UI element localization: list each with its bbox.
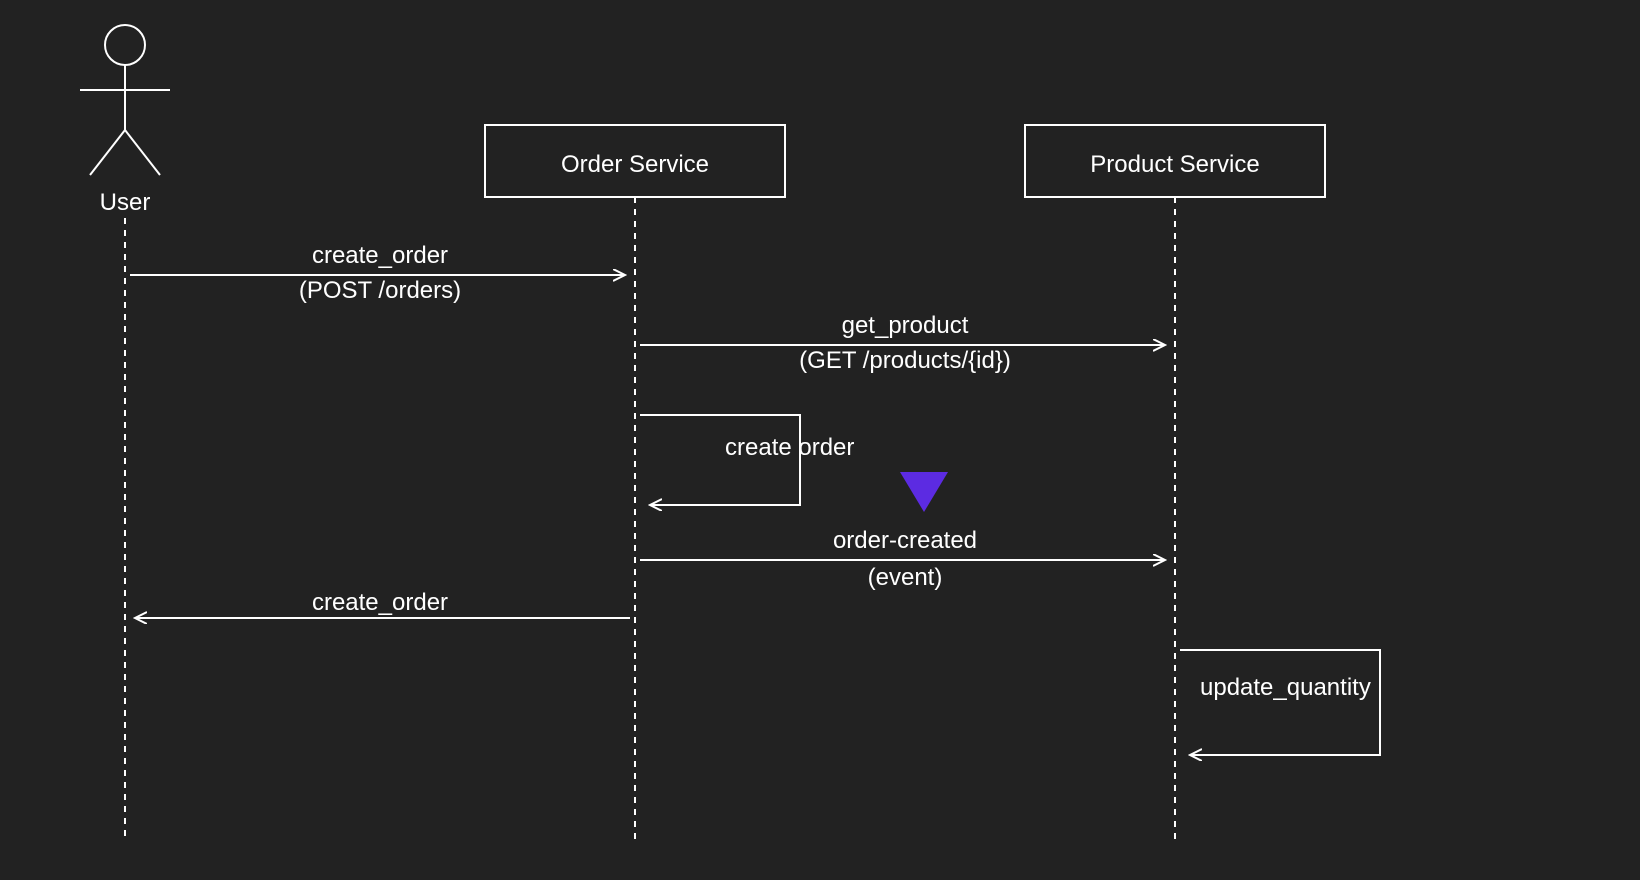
event-marker-icon <box>900 472 948 512</box>
product-service-label: Product Service <box>1090 151 1259 178</box>
message-order-created-line2: (event) <box>868 564 943 591</box>
message-order-created-line1: order-created <box>833 527 977 554</box>
participant-order-service: Order Service <box>485 125 785 197</box>
actor-user: User <box>80 25 170 216</box>
message-get-product-line2: (GET /products/{id}) <box>799 347 1011 374</box>
message-create-order-self: create order <box>640 415 854 505</box>
order-service-label: Order Service <box>561 151 709 178</box>
participant-product-service: Product Service <box>1025 125 1325 197</box>
message-create-order-request: create_order (POST /orders) <box>130 242 625 304</box>
message-update-quantity-self: update_quantity <box>1180 650 1380 755</box>
actor-user-label: User <box>100 189 151 216</box>
message-get-product-line1: get_product <box>842 312 969 339</box>
message-create-order-line1: create_order <box>312 242 448 269</box>
message-get-product: get_product (GET /products/{id}) <box>640 312 1165 374</box>
message-create-order-line2: (POST /orders) <box>299 277 461 304</box>
message-order-created-event: order-created (event) <box>640 527 1165 591</box>
message-create-order-response: create_order <box>135 589 630 618</box>
message-create-order-self-label: create order <box>725 434 854 461</box>
message-update-quantity-label: update_quantity <box>1200 674 1371 701</box>
message-create-order-response-label: create_order <box>312 589 448 616</box>
